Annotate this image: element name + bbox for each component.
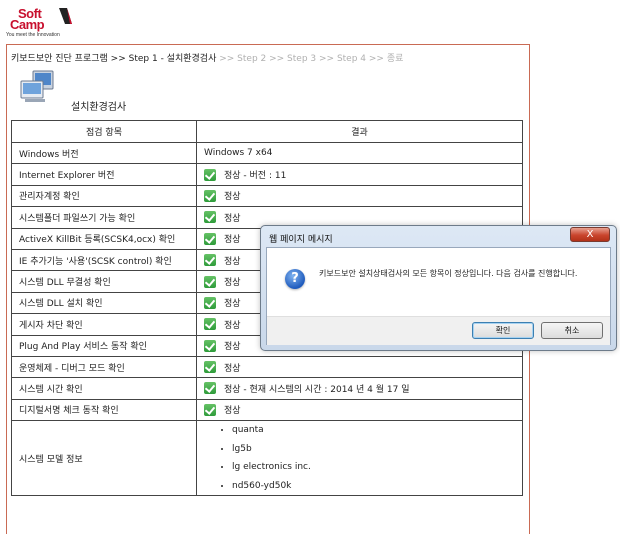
check-result-value: 정상 xyxy=(224,406,241,417)
table-row: Windows 버전 Windows 7 x64 xyxy=(11,141,523,165)
check-ok-icon xyxy=(204,296,216,309)
check-result-value: 정상 xyxy=(224,192,241,203)
header-result: 결과 xyxy=(196,120,523,143)
logo-mark-icon xyxy=(59,8,72,24)
check-result-value: Windows 7 x64 xyxy=(204,147,273,158)
check-item-label: 시스템 DLL 무결성 확인 xyxy=(11,270,197,293)
check-item-label: 시스템 시간 확인 xyxy=(11,377,197,400)
check-result-cell: 정상 xyxy=(196,355,523,379)
table-row: 디지털서명 체크 동작 확인 정상 xyxy=(11,398,523,422)
check-item-label: Windows 버전 xyxy=(11,141,197,165)
check-item-label: 시스템 모델 정보 xyxy=(11,420,197,497)
check-item-label: 운영체제 - 디버그 모드 확인 xyxy=(11,355,197,379)
cancel-button[interactable]: 취소 xyxy=(541,322,603,339)
check-ok-icon xyxy=(204,318,216,331)
section-title: 설치환경검사 xyxy=(71,102,127,113)
dialog-footer: 확인 취소 xyxy=(267,316,610,345)
dialog-close-button[interactable]: X xyxy=(570,227,610,242)
check-item-label: IE 추가기능 '사용'(SCSK control) 확인 xyxy=(11,248,197,272)
list-item: lg5b xyxy=(232,440,522,459)
check-result-value: 정상 xyxy=(224,213,241,224)
check-ok-icon xyxy=(204,403,216,416)
check-result-value: 정상 - 버전 : 11 xyxy=(224,171,287,182)
check-result-cell: 정상 xyxy=(196,184,523,208)
check-ok-icon xyxy=(204,382,216,395)
computer-icon xyxy=(20,70,54,102)
check-result-value: 정상 xyxy=(224,299,241,310)
web-page-message-dialog: 웹 페이지 메시지 X ? 키보드보안 설치상태검사의 모든 항목이 정상입니다… xyxy=(260,225,617,351)
dialog-body: ? 키보드보안 설치상태검사의 모든 항목이 정상입니다. 다음 검사를 진행합… xyxy=(266,247,611,345)
check-item-label: 게시자 차단 확인 xyxy=(11,313,197,336)
logo-tagline: You meet the Innovation xyxy=(6,32,60,38)
check-result-value: 정상 xyxy=(224,278,241,289)
check-ok-icon xyxy=(204,275,216,288)
check-result-cell: 정상 xyxy=(196,398,523,422)
list-item: quanta xyxy=(232,421,522,440)
check-item-label: ActiveX KillBit 등록(SCSK4,ocx) 확인 xyxy=(11,227,197,250)
check-item-label: 시스템 DLL 설치 확인 xyxy=(11,291,197,315)
check-ok-icon xyxy=(204,168,216,181)
table-row: 관리자계정 확인 정상 xyxy=(11,184,523,208)
table-row: Internet Explorer 버전 정상 - 버전 : 11 xyxy=(11,163,523,186)
check-result-value: 정상 xyxy=(224,256,241,267)
dialog-title: 웹 페이지 메시지 xyxy=(269,235,333,245)
check-item-label: 디지털서명 체크 동작 확인 xyxy=(11,398,197,422)
logo-camp-text: Camp xyxy=(10,17,45,32)
check-ok-icon xyxy=(204,189,216,202)
check-ok-icon xyxy=(204,361,216,374)
list-item: lg electronics inc. xyxy=(232,458,522,477)
check-ok-icon xyxy=(204,254,216,267)
list-item: nd560-yd50k xyxy=(232,477,522,496)
softcamp-logo: Soft Camp You meet the Innovation xyxy=(4,6,84,40)
model-info-list: quantalg5blg electronics inc.nd560-yd50k xyxy=(204,421,522,495)
check-ok-icon xyxy=(204,339,216,352)
check-item-label: 관리자계정 확인 xyxy=(11,184,197,208)
check-result-value: 정상 xyxy=(224,363,241,374)
close-icon: X xyxy=(586,229,594,240)
dialog-message: 키보드보안 설치상태검사의 모든 항목이 정상입니다. 다음 검사를 진행합니다… xyxy=(319,269,578,278)
check-result-value: 정상 xyxy=(224,342,241,353)
breadcrumb-future-steps: >> Step 2 >> Step 3 >> Step 4 >> 종료 xyxy=(219,54,404,64)
check-result-cell: Windows 7 x64 xyxy=(196,141,523,165)
check-result-cell: 정상 - 현재 시스템의 시간 : 2014 년 4 월 17 일 xyxy=(196,377,523,400)
question-icon: ? xyxy=(285,269,305,289)
breadcrumb-current-step: Step 1 - 설치환경검사 xyxy=(128,54,217,64)
breadcrumb-separator: >> xyxy=(107,54,129,64)
model-info-cell: quantalg5blg electronics inc.nd560-yd50k xyxy=(196,420,523,497)
check-result-value: 정상 xyxy=(224,235,241,246)
check-item-label: Plug And Play 서비스 동작 확인 xyxy=(11,334,197,357)
table-row: 운영체제 - 디버그 모드 확인 정상 xyxy=(11,355,523,379)
confirm-button[interactable]: 확인 xyxy=(472,322,534,339)
check-item-label: 시스템폴더 파일쓰기 가능 확인 xyxy=(11,206,197,229)
table-header-row: 점검 항목 결과 xyxy=(11,120,523,143)
check-ok-icon xyxy=(204,232,216,245)
check-result-value: 정상 - 현재 시스템의 시간 : 2014 년 4 월 17 일 xyxy=(224,384,410,395)
check-item-label: Internet Explorer 버전 xyxy=(11,163,197,186)
breadcrumb-program: 키보드보안 진단 프로그램 xyxy=(11,54,108,64)
table-row: 시스템 모델 정보quantalg5blg electronics inc.nd… xyxy=(11,420,523,497)
check-result-value: 정상 xyxy=(224,320,241,331)
check-result-cell: 정상 - 버전 : 11 xyxy=(196,163,523,186)
header-item: 점검 항목 xyxy=(11,120,197,143)
table-row: 시스템 시간 확인 정상 - 현재 시스템의 시간 : 2014 년 4 월 17… xyxy=(11,377,523,400)
check-ok-icon xyxy=(204,211,216,224)
breadcrumb: 키보드보안 진단 프로그램 >> Step 1 - 설치환경검사 >> Step… xyxy=(11,51,403,64)
